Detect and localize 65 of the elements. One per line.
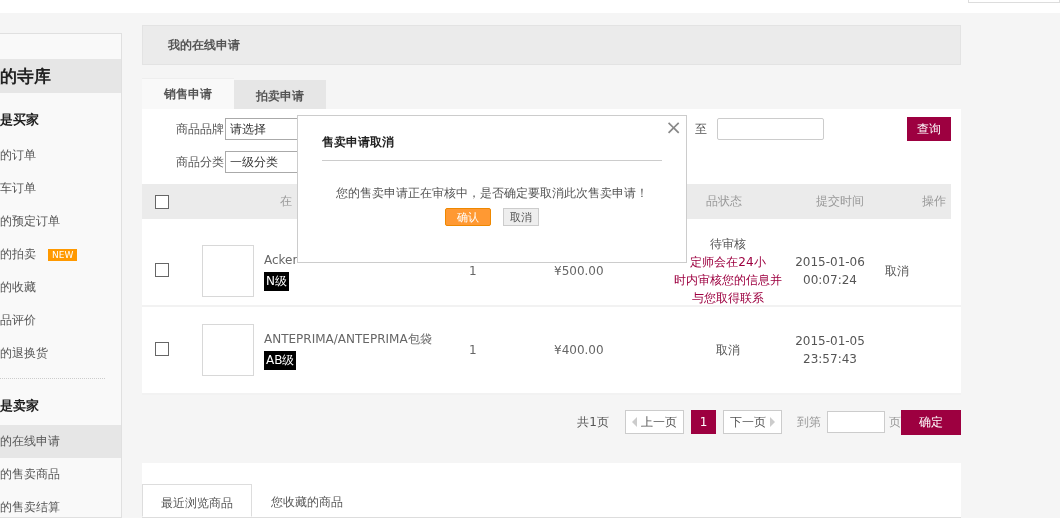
checkbox[interactable] bbox=[155, 262, 169, 277]
sidebar-item[interactable]: 的收藏 bbox=[0, 279, 36, 296]
grade-badge: N级 bbox=[264, 271, 289, 291]
product-name[interactable]: ANTEPRIMA/ANTEPRIMA包袋 bbox=[264, 330, 454, 347]
close-button[interactable]: × bbox=[665, 116, 682, 138]
page-count: 共1页 bbox=[577, 413, 609, 431]
prev-button[interactable]: 上一页 bbox=[625, 410, 684, 434]
dialog-message: 您的售卖申请正在审核中，是否确定要取消此次售卖申请！ bbox=[335, 185, 649, 202]
checkbox[interactable] bbox=[155, 341, 169, 356]
filter-label: 至 bbox=[695, 120, 707, 138]
confirm-button[interactable]: 确定 bbox=[901, 409, 961, 435]
top-field[interactable] bbox=[968, 0, 1060, 3]
table-cell-text: 2015-01-05 bbox=[794, 333, 866, 350]
tab[interactable]: 拍卖申请 bbox=[234, 80, 326, 109]
status-text: 待审核 bbox=[709, 236, 747, 253]
sidebar-heading: 是买家 bbox=[0, 111, 40, 129]
tab[interactable]: 您收藏的商品 bbox=[252, 484, 362, 517]
column-header: 提交时间 bbox=[816, 193, 865, 210]
filter-label: 商品品牌 bbox=[175, 120, 224, 138]
next-button[interactable]: 下一页 bbox=[723, 410, 782, 434]
right-arrow-icon bbox=[770, 417, 775, 427]
sidebar-item[interactable]: 品评价 bbox=[0, 312, 36, 329]
page-button[interactable]: 1 bbox=[691, 410, 716, 434]
cancel-link[interactable]: 取消 bbox=[885, 263, 909, 278]
goto-label: 页 bbox=[889, 413, 901, 431]
sidebar-item[interactable]: 的订单 bbox=[0, 147, 36, 164]
product-thumbnail bbox=[202, 245, 254, 297]
page-field[interactable] bbox=[827, 411, 885, 433]
page-title-bar: 我的在线申请 bbox=[142, 25, 961, 65]
dialog-title: 售卖申请取消 bbox=[322, 134, 662, 161]
sidebar-item[interactable]: 的预定订单 bbox=[0, 213, 60, 230]
goto-label: 到第 bbox=[797, 413, 821, 431]
query-button[interactable]: 查询 bbox=[907, 117, 951, 141]
sidebar-item[interactable]: 的拍卖 bbox=[0, 246, 36, 263]
sidebar-heading: 是卖家 bbox=[0, 397, 40, 415]
checkbox[interactable] bbox=[155, 194, 169, 209]
date-field[interactable] bbox=[717, 118, 824, 140]
table-cell-text: 23:57:43 bbox=[802, 351, 858, 368]
table-cell-text: 1 bbox=[469, 343, 478, 357]
status-note: 定师会在24小 bbox=[689, 254, 767, 271]
product-thumbnail bbox=[202, 324, 254, 376]
status-text: 取消 bbox=[715, 342, 741, 359]
left-arrow-icon bbox=[632, 417, 637, 427]
sidebar-item[interactable]: 的售卖商品 bbox=[0, 466, 60, 483]
column-header: 在 bbox=[280, 193, 292, 210]
filter-label: 商品分类 bbox=[175, 153, 224, 171]
table-cell-text: 1 bbox=[469, 264, 478, 278]
tab[interactable]: 最近浏览商品 bbox=[142, 484, 252, 517]
sidebar-item[interactable]: 的退换货 bbox=[0, 345, 48, 362]
sidebar-item[interactable]: 的在线申请 bbox=[0, 433, 60, 450]
sidebar-title: 的寺库 bbox=[0, 59, 121, 93]
column-header: 操作 bbox=[922, 193, 946, 210]
table-cell-text: 2015-01-06 bbox=[794, 254, 866, 271]
sidebar-item[interactable]: 车订单 bbox=[0, 180, 36, 197]
status-note: 时内审核您的信息并 bbox=[673, 272, 783, 289]
grade-badge: AB级 bbox=[264, 350, 297, 370]
cancel-button[interactable]: 取消 bbox=[503, 208, 539, 226]
table-cell-text: ¥500.00 bbox=[554, 264, 605, 278]
new-badge: NEW bbox=[48, 248, 78, 261]
tab[interactable]: 销售申请 bbox=[142, 78, 234, 109]
column-header: 品状态 bbox=[706, 193, 743, 210]
table-cell-text: 00:07:24 bbox=[802, 272, 858, 289]
sidebar-item[interactable]: 的售卖结算 bbox=[0, 499, 60, 516]
status-note: 与您取得联系 bbox=[691, 290, 765, 307]
table-cell-text: ¥400.00 bbox=[554, 343, 605, 357]
